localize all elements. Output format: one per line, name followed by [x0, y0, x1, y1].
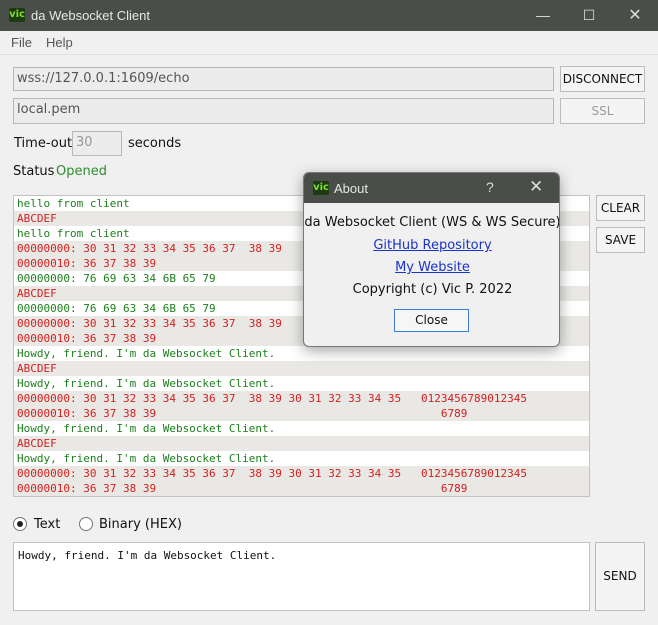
about-close-button[interactable]: Close — [394, 309, 469, 332]
message-input[interactable]: Howdy, friend. I'm da Websocket Client. — [13, 542, 590, 611]
timeout-label: Time-out — [14, 136, 73, 151]
text-mode-radio[interactable] — [13, 517, 27, 531]
maximize-button[interactable]: ☐ — [566, 0, 612, 31]
window-title: da Websocket Client — [31, 8, 150, 23]
save-button[interactable]: SAVE — [596, 227, 645, 253]
close-button[interactable]: ✕ — [612, 0, 658, 31]
log-line: Howdy, friend. I'm da Websocket Client. — [14, 451, 589, 466]
website-link[interactable]: My Website — [395, 260, 470, 275]
about-title-bar: vic About ? ✕ — [304, 173, 559, 203]
about-dialog: vic About ? ✕ da Websocket Client (WS & … — [303, 172, 560, 347]
ssl-button[interactable]: SSL — [560, 98, 645, 124]
about-app-name: da Websocket Client (WS & WS Secure) — [304, 215, 560, 230]
text-mode-label: Text — [34, 517, 61, 532]
log-line: ABCDEF — [14, 361, 589, 376]
menu-bar: File Help — [0, 31, 658, 55]
status-value: Opened — [56, 164, 107, 179]
url-input[interactable]: wss://127.0.0.1:1609/echo — [13, 67, 554, 91]
github-link[interactable]: GitHub Repository — [373, 238, 491, 253]
help-icon[interactable]: ? — [486, 179, 494, 195]
log-line: 00000000: 30 31 32 33 34 35 36 37 38 39 … — [14, 466, 589, 481]
log-line: 00000010: 36 37 38 39 6789 — [14, 481, 589, 496]
log-line: Howdy, friend. I'm da Websocket Client. — [14, 376, 589, 391]
minimize-button[interactable]: — — [520, 0, 566, 31]
about-app-icon: vic — [313, 181, 329, 195]
about-copyright: Copyright (c) Vic P. 2022 — [352, 282, 513, 297]
about-title: About — [334, 181, 368, 196]
seconds-label: seconds — [128, 136, 182, 151]
title-bar: vic da Websocket Client — ☐ ✕ — [0, 0, 658, 31]
timeout-input[interactable]: 30 — [72, 131, 122, 156]
log-line: 00000000: 30 31 32 33 34 35 36 37 38 39 … — [14, 391, 589, 406]
binary-mode-label: Binary (HEX) — [99, 517, 182, 532]
about-close-icon[interactable]: ✕ — [529, 177, 543, 197]
log-line: Howdy, friend. I'm da Websocket Client. — [14, 346, 589, 361]
certificate-input[interactable]: local.pem — [13, 98, 554, 124]
status-label: Status — [13, 164, 55, 179]
send-button[interactable]: SEND — [595, 542, 645, 611]
log-line: ABCDEF — [14, 436, 589, 451]
binary-mode-radio[interactable] — [79, 517, 93, 531]
log-line: 00000010: 36 37 38 39 6789 — [14, 406, 589, 421]
clear-button[interactable]: CLEAR — [596, 195, 645, 221]
menu-file[interactable]: File — [11, 35, 32, 50]
log-line: Howdy, friend. I'm da Websocket Client. — [14, 421, 589, 436]
menu-help[interactable]: Help — [46, 35, 73, 50]
disconnect-button[interactable]: DISCONNECT — [560, 66, 645, 92]
app-icon: vic — [9, 8, 25, 22]
